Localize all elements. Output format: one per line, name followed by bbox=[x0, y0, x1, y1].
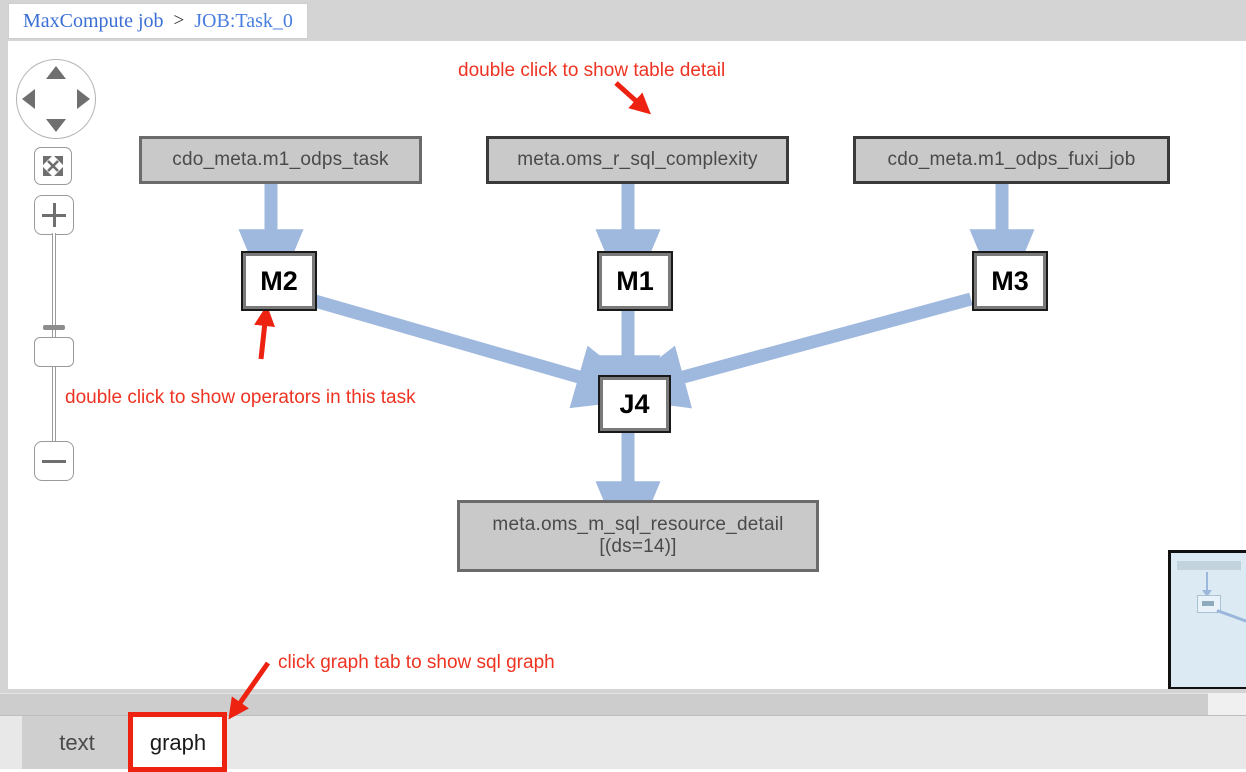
zoom-in-button[interactable] bbox=[34, 195, 74, 235]
output-table-node[interactable]: meta.oms_m_sql_resource_detail [(ds=14)] bbox=[457, 500, 819, 572]
breadcrumb-separator: > bbox=[173, 10, 185, 31]
minimap-diagonal-edge bbox=[1216, 609, 1246, 627]
breadcrumb-root-link[interactable]: MaxCompute job bbox=[23, 10, 164, 33]
annotation-graph-tab: click graph tab to show sql graph bbox=[278, 652, 555, 673]
edge-m3-j4 bbox=[608, 292, 973, 409]
horizontal-scrollbar-thumb[interactable] bbox=[0, 693, 1208, 715]
breadcrumb-current-link[interactable]: JOB:Task_0 bbox=[194, 10, 293, 33]
horizontal-scrollbar[interactable] bbox=[0, 693, 1246, 715]
tab-graph-label: graph bbox=[149, 729, 207, 755]
tab-graph[interactable]: graph bbox=[132, 716, 224, 769]
output-table-label-line2: [(ds=14)] bbox=[599, 536, 677, 557]
table-node-cdo-meta-m1-odps-task[interactable]: cdo_meta.m1_odps_task bbox=[139, 136, 422, 184]
task-node-j4[interactable]: J4 bbox=[598, 375, 671, 433]
zoom-slider-thumb[interactable] bbox=[34, 337, 74, 367]
table-node-label: meta.oms_r_sql_complexity bbox=[517, 149, 758, 171]
zoom-out-button[interactable] bbox=[34, 441, 74, 481]
table-node-cdo-meta-m1-odps-fuxi-job[interactable]: cdo_meta.m1_odps_fuxi_job bbox=[853, 136, 1170, 184]
task-node-m1[interactable]: M1 bbox=[597, 251, 673, 311]
tab-text[interactable]: text bbox=[22, 716, 132, 769]
fit-to-screen-button[interactable] bbox=[34, 147, 72, 185]
table-node-label: cdo_meta.m1_odps_fuxi_job bbox=[887, 149, 1136, 171]
table-node-label: cdo_meta.m1_odps_task bbox=[172, 149, 389, 171]
application-window: MaxCompute job > JOB:Task_0 cdo_meta.m1_… bbox=[0, 0, 1246, 772]
minimap-edge bbox=[1202, 572, 1212, 597]
edge-m2-j4 bbox=[306, 292, 654, 409]
minimap-table-node bbox=[1177, 561, 1241, 570]
breadcrumb: MaxCompute job > JOB:Task_0 bbox=[8, 3, 308, 39]
annotation-arrow-table-detail bbox=[614, 81, 651, 115]
task-node-label: M1 bbox=[616, 265, 654, 296]
tab-text-label: text bbox=[59, 729, 95, 755]
expand-icon bbox=[43, 156, 63, 176]
annotation-arrow-operators bbox=[254, 305, 276, 360]
zoom-slider-tick bbox=[43, 325, 65, 330]
pan-down-icon[interactable] bbox=[46, 119, 66, 132]
output-table-label-line1: meta.oms_m_sql_resource_detail bbox=[492, 514, 784, 536]
tab-bar: text graph bbox=[0, 712, 1246, 772]
pan-right-icon[interactable] bbox=[77, 89, 90, 109]
pan-dial[interactable] bbox=[16, 59, 96, 139]
annotation-operators: double click to show operators in this t… bbox=[65, 387, 416, 408]
table-node-meta-oms-r-sql-complexity[interactable]: meta.oms_r_sql_complexity bbox=[486, 136, 789, 184]
graph-overview-minimap[interactable] bbox=[1168, 550, 1246, 689]
annotation-table-detail: double click to show table detail bbox=[458, 60, 726, 81]
graph-canvas[interactable]: cdo_meta.m1_odps_task meta.oms_r_sql_com… bbox=[8, 41, 1246, 689]
task-node-label: M2 bbox=[260, 265, 298, 296]
task-node-label: M3 bbox=[991, 265, 1029, 296]
task-node-m2[interactable]: M2 bbox=[241, 251, 317, 311]
task-node-label: J4 bbox=[619, 388, 650, 419]
task-node-m3[interactable]: M3 bbox=[972, 251, 1048, 311]
pan-up-icon[interactable] bbox=[46, 66, 66, 79]
pan-left-icon[interactable] bbox=[22, 89, 35, 109]
